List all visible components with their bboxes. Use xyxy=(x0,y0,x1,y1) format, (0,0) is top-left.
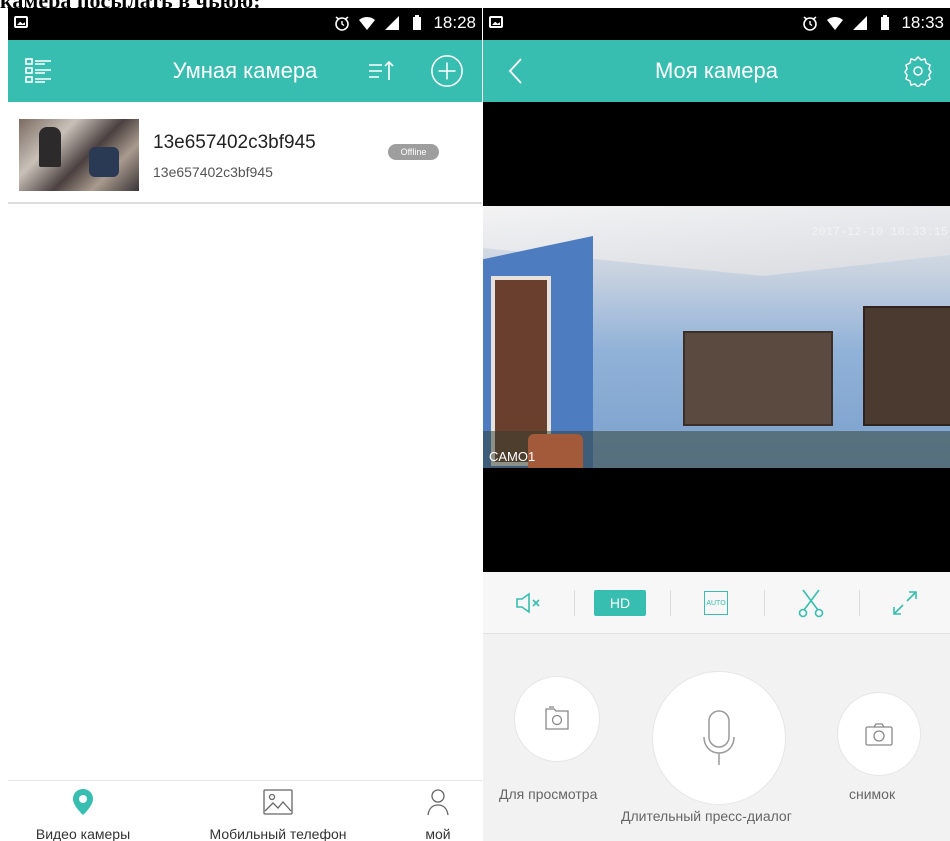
nav-label: Мобильный телефон xyxy=(209,826,347,841)
snapshot-button[interactable] xyxy=(837,692,921,776)
record-clip-button[interactable] xyxy=(765,572,857,634)
live-video-frame: 2017-12-10 18:33:15 CAMO1 xyxy=(483,206,950,468)
signal-icon xyxy=(853,16,868,30)
fullscreen-button[interactable] xyxy=(860,572,950,634)
page-caption: камера посылать в чьюю: xyxy=(0,0,950,8)
alarm-icon xyxy=(335,16,350,31)
profile-icon xyxy=(427,789,449,816)
back-chevron-icon xyxy=(508,58,522,84)
wifi-icon xyxy=(827,16,844,30)
nav-item-video-cameras[interactable]: Видео камеры xyxy=(8,781,158,841)
camera-thumbnail xyxy=(19,119,139,191)
back-button[interactable] xyxy=(499,54,533,88)
status-bar: 18:33 xyxy=(483,8,950,40)
nav-label: мой xyxy=(425,826,451,841)
video-timestamp: 2017-12-10 18:33:15 xyxy=(811,225,948,239)
camera-id: 13e657402c3bf945 xyxy=(153,164,273,180)
page-title: Умная камера xyxy=(172,58,318,83)
page-title: Моя камера xyxy=(654,58,778,83)
plus-circle-icon xyxy=(431,55,463,87)
battery-icon xyxy=(413,15,422,30)
gallery-icon xyxy=(263,789,293,815)
status-bar: 18:28 xyxy=(8,8,482,40)
video-controls: HD AUTO xyxy=(483,572,950,634)
status-icons: 18:33 xyxy=(801,13,944,33)
image-notification-icon xyxy=(489,16,503,28)
location-pin-icon xyxy=(73,789,93,815)
push-to-talk-button[interactable] xyxy=(652,671,786,805)
nav-item-profile[interactable]: мой xyxy=(402,781,474,841)
camera-label: CAMO1 xyxy=(489,449,536,464)
right-screen: 18:33 Моя камера 2017-12-10 18:33:15 CAM… xyxy=(483,8,950,841)
browse-button[interactable] xyxy=(514,676,600,762)
app-bar: Умная камера xyxy=(8,40,482,102)
gear-icon xyxy=(904,55,932,87)
clock: 18:33 xyxy=(901,13,944,32)
bottom-navigation: Видео камеры Мобильный телефон мой xyxy=(8,780,482,841)
clock: 18:28 xyxy=(433,13,476,32)
mute-icon xyxy=(516,592,540,614)
video-player[interactable]: 2017-12-10 18:33:15 CAMO1 xyxy=(483,102,950,572)
left-screen: 18:28 Умная камера 13e657402c3bf945 13e6… xyxy=(8,8,482,841)
sort-button[interactable] xyxy=(364,54,398,88)
menu-list-button[interactable] xyxy=(22,54,56,88)
browse-label: Для просмотра xyxy=(499,786,598,802)
wifi-icon xyxy=(359,16,376,30)
hd-label: HD xyxy=(594,590,646,616)
microphone-icon xyxy=(703,710,735,765)
action-panel: Для просмотра Длительный пресс-диалог сн… xyxy=(483,635,950,841)
expand-icon xyxy=(893,591,917,615)
signal-icon xyxy=(385,16,400,30)
auto-mode-button[interactable]: AUTO xyxy=(671,572,761,634)
list-menu-icon xyxy=(25,58,51,83)
auto-label: AUTO xyxy=(704,591,728,615)
photo-album-icon xyxy=(545,706,569,730)
image-notification-icon xyxy=(14,16,28,28)
sort-icon xyxy=(369,60,394,80)
snapshot-label: снимок xyxy=(849,786,896,802)
nav-label: Видео камеры xyxy=(35,826,131,841)
nav-item-mobile-phone[interactable]: Мобильный телефон xyxy=(188,781,368,841)
add-camera-button[interactable] xyxy=(430,54,464,88)
hd-quality-button[interactable]: HD xyxy=(575,572,665,634)
app-bar: Моя камера xyxy=(483,40,950,102)
mute-button[interactable] xyxy=(483,572,573,634)
alarm-icon xyxy=(803,16,818,31)
status-icons: 18:28 xyxy=(333,13,476,33)
camera-list-item[interactable]: 13e657402c3bf945 13e657402c3bf945 Offlin… xyxy=(8,102,482,204)
status-badge: Offline xyxy=(388,144,439,160)
camera-name: 13e657402c3bf945 xyxy=(153,132,316,153)
scissors-icon xyxy=(798,589,824,618)
battery-icon xyxy=(881,15,890,30)
talk-label: Длительный пресс-диалог xyxy=(621,808,792,824)
settings-button[interactable] xyxy=(901,54,935,88)
camera-icon xyxy=(865,723,893,746)
